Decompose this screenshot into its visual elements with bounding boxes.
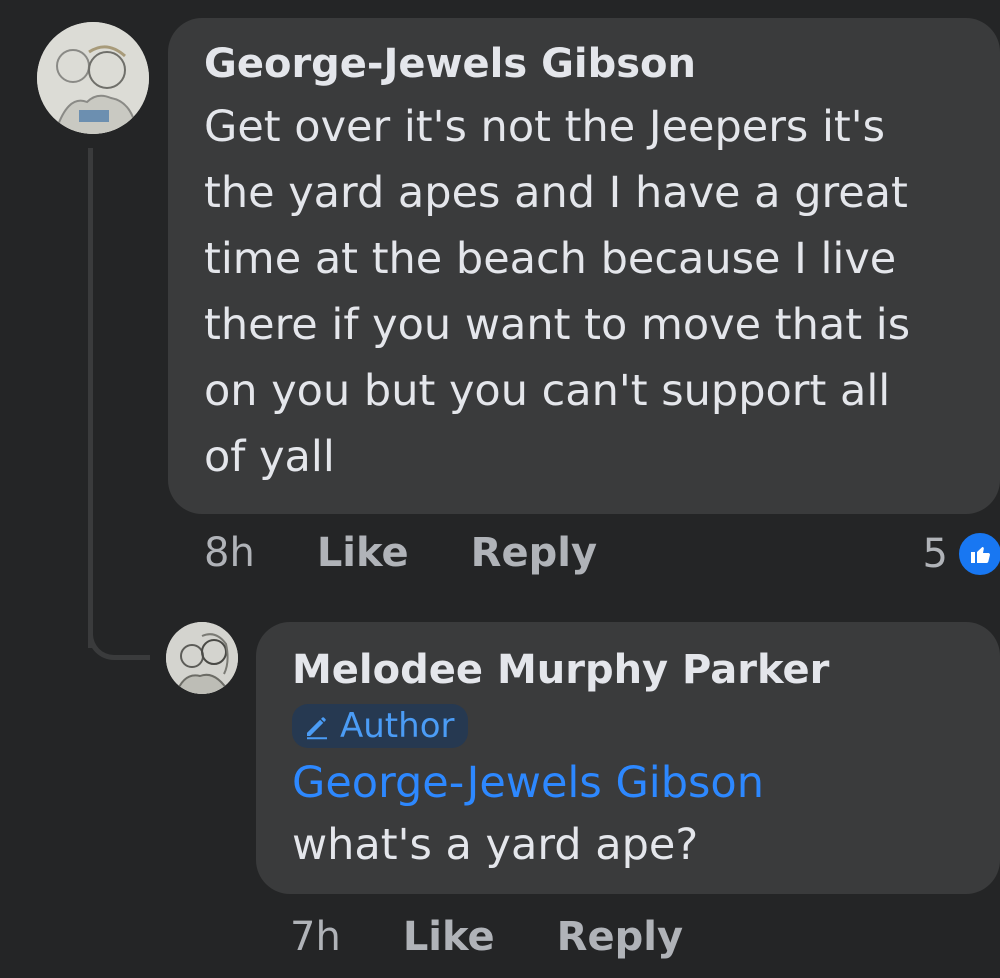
mention-link[interactable]: George-Jewels Gibson <box>292 752 964 814</box>
like-button[interactable]: Like <box>317 530 409 576</box>
thread-connector-curve <box>88 610 150 660</box>
comment-bubble: George-Jewels Gibson Get over it's not t… <box>168 18 1000 514</box>
profile-picture-sketch-icon <box>37 22 149 134</box>
pencil-icon <box>307 717 327 740</box>
reply-bubble: Melodee Murphy Parker Author George-Jewe… <box>256 622 1000 894</box>
comment-actions: 8h Like Reply <box>204 530 659 576</box>
avatar[interactable] <box>166 622 238 694</box>
comment-timestamp[interactable]: 8h <box>204 530 255 576</box>
reply-button[interactable]: Reply <box>471 530 597 576</box>
profile-picture-sketch-icon <box>166 622 238 694</box>
comment-text: Get over it's not the Jeepers it's the y… <box>204 102 911 482</box>
author-badge: Author <box>292 704 469 748</box>
reply-timestamp[interactable]: 7h <box>290 914 341 960</box>
reply-author-name[interactable]: Melodee Murphy Parker <box>292 642 964 698</box>
reply-text: what's a yard ape? <box>292 820 699 870</box>
avatar[interactable] <box>37 22 149 134</box>
thumbs-up-icon <box>956 530 1000 578</box>
comment-author-name[interactable]: George-Jewels Gibson <box>204 36 964 92</box>
thread-connector-line <box>88 148 93 648</box>
comment-thread: George-Jewels Gibson Get over it's not t… <box>0 0 1000 978</box>
reply-actions: 7h Like Reply <box>290 914 745 960</box>
like-button[interactable]: Like <box>403 914 495 960</box>
author-badge-label: Author <box>340 706 455 746</box>
reply-button[interactable]: Reply <box>557 914 683 960</box>
reaction-count: 5 <box>922 531 948 577</box>
reaction-summary[interactable]: 5 <box>923 530 1000 578</box>
